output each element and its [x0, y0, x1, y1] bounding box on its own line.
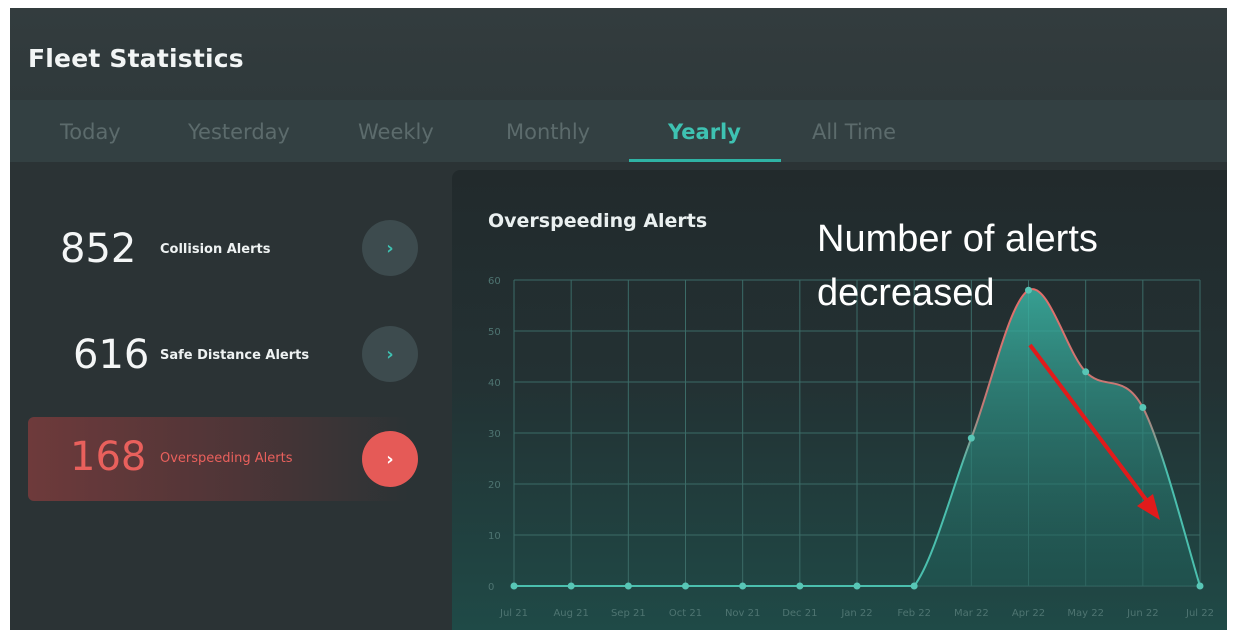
- data-point[interactable]: [739, 582, 747, 590]
- page-title: Fleet Statistics: [28, 44, 244, 73]
- x-tick-label: Oct 21: [669, 608, 702, 619]
- x-tick-label: Sep 21: [611, 608, 646, 619]
- overspeeding-alerts-count: 168: [70, 434, 147, 480]
- x-tick-label: Nov 21: [725, 608, 760, 619]
- annotation-text: Number of alerts decreased: [817, 212, 1217, 320]
- y-tick-label: 20: [488, 480, 501, 491]
- data-point[interactable]: [796, 582, 804, 590]
- x-tick-label: Dec 21: [782, 608, 817, 619]
- tab-yearly[interactable]: Yearly: [668, 120, 741, 144]
- data-point[interactable]: [510, 582, 518, 590]
- stat-safe-distance-alerts: 616 Safe Distance Alerts ›: [10, 312, 430, 396]
- overspeeding-alerts-button[interactable]: ›: [362, 431, 418, 487]
- tab-all-time[interactable]: All Time: [812, 120, 896, 144]
- collision-alerts-count: 852: [60, 226, 137, 272]
- x-tick-label: Jan 22: [840, 608, 872, 619]
- data-point[interactable]: [853, 582, 861, 590]
- safe-distance-alerts-button[interactable]: ›: [362, 326, 418, 382]
- tab-yesterday[interactable]: Yesterday: [188, 120, 290, 144]
- data-point[interactable]: [624, 582, 632, 590]
- data-point[interactable]: [910, 582, 918, 590]
- x-tick-label: Jun 22: [1126, 608, 1159, 619]
- y-tick-label: 50: [488, 327, 501, 338]
- stat-overspeeding-alerts[interactable]: 168 Overspeeding Alerts: [28, 417, 408, 501]
- y-tick-label: 10: [488, 531, 501, 542]
- chevron-right-icon: ›: [386, 237, 394, 259]
- tab-monthly[interactable]: Monthly: [506, 120, 590, 144]
- overspeeding-alerts-label: Overspeeding Alerts: [160, 451, 293, 466]
- x-tick-label: May 22: [1067, 608, 1104, 619]
- data-point[interactable]: [1082, 368, 1090, 376]
- x-tick-label: Aug 21: [553, 608, 588, 619]
- chevron-right-icon: ›: [386, 343, 394, 365]
- y-tick-label: 60: [488, 276, 501, 287]
- data-point[interactable]: [967, 434, 975, 442]
- header: Fleet Statistics: [10, 8, 1227, 100]
- y-tick-label: 40: [488, 378, 501, 389]
- tab-today[interactable]: Today: [60, 120, 121, 144]
- data-point[interactable]: [1196, 582, 1204, 590]
- y-tick-label: 30: [488, 429, 501, 440]
- chevron-right-icon: ›: [386, 448, 394, 470]
- active-tab-underline: [629, 159, 781, 162]
- collision-alerts-button[interactable]: ›: [362, 220, 418, 276]
- x-tick-label: Jul 21: [499, 608, 528, 619]
- period-tabs: Today Yesterday Weekly Monthly Yearly Al…: [10, 100, 1227, 162]
- stat-collision-alerts: 852 Collision Alerts ›: [10, 206, 430, 290]
- data-point[interactable]: [1139, 404, 1147, 411]
- collision-alerts-label: Collision Alerts: [160, 242, 271, 257]
- data-point[interactable]: [682, 582, 689, 590]
- safe-distance-alerts-label: Safe Distance Alerts: [160, 348, 310, 363]
- data-point[interactable]: [567, 582, 575, 590]
- annotation-line-1: Number of alerts: [817, 218, 1098, 260]
- x-tick-label: Mar 22: [954, 608, 989, 619]
- tab-weekly[interactable]: Weekly: [358, 120, 434, 144]
- x-tick-label: Jul 22: [1185, 608, 1214, 619]
- annotation-line-2: decreased: [817, 272, 995, 314]
- x-tick-label: Feb 22: [897, 608, 931, 619]
- x-tick-label: Apr 22: [1012, 608, 1045, 619]
- y-tick-label: 0: [488, 582, 494, 593]
- safe-distance-alerts-count: 616: [73, 332, 150, 378]
